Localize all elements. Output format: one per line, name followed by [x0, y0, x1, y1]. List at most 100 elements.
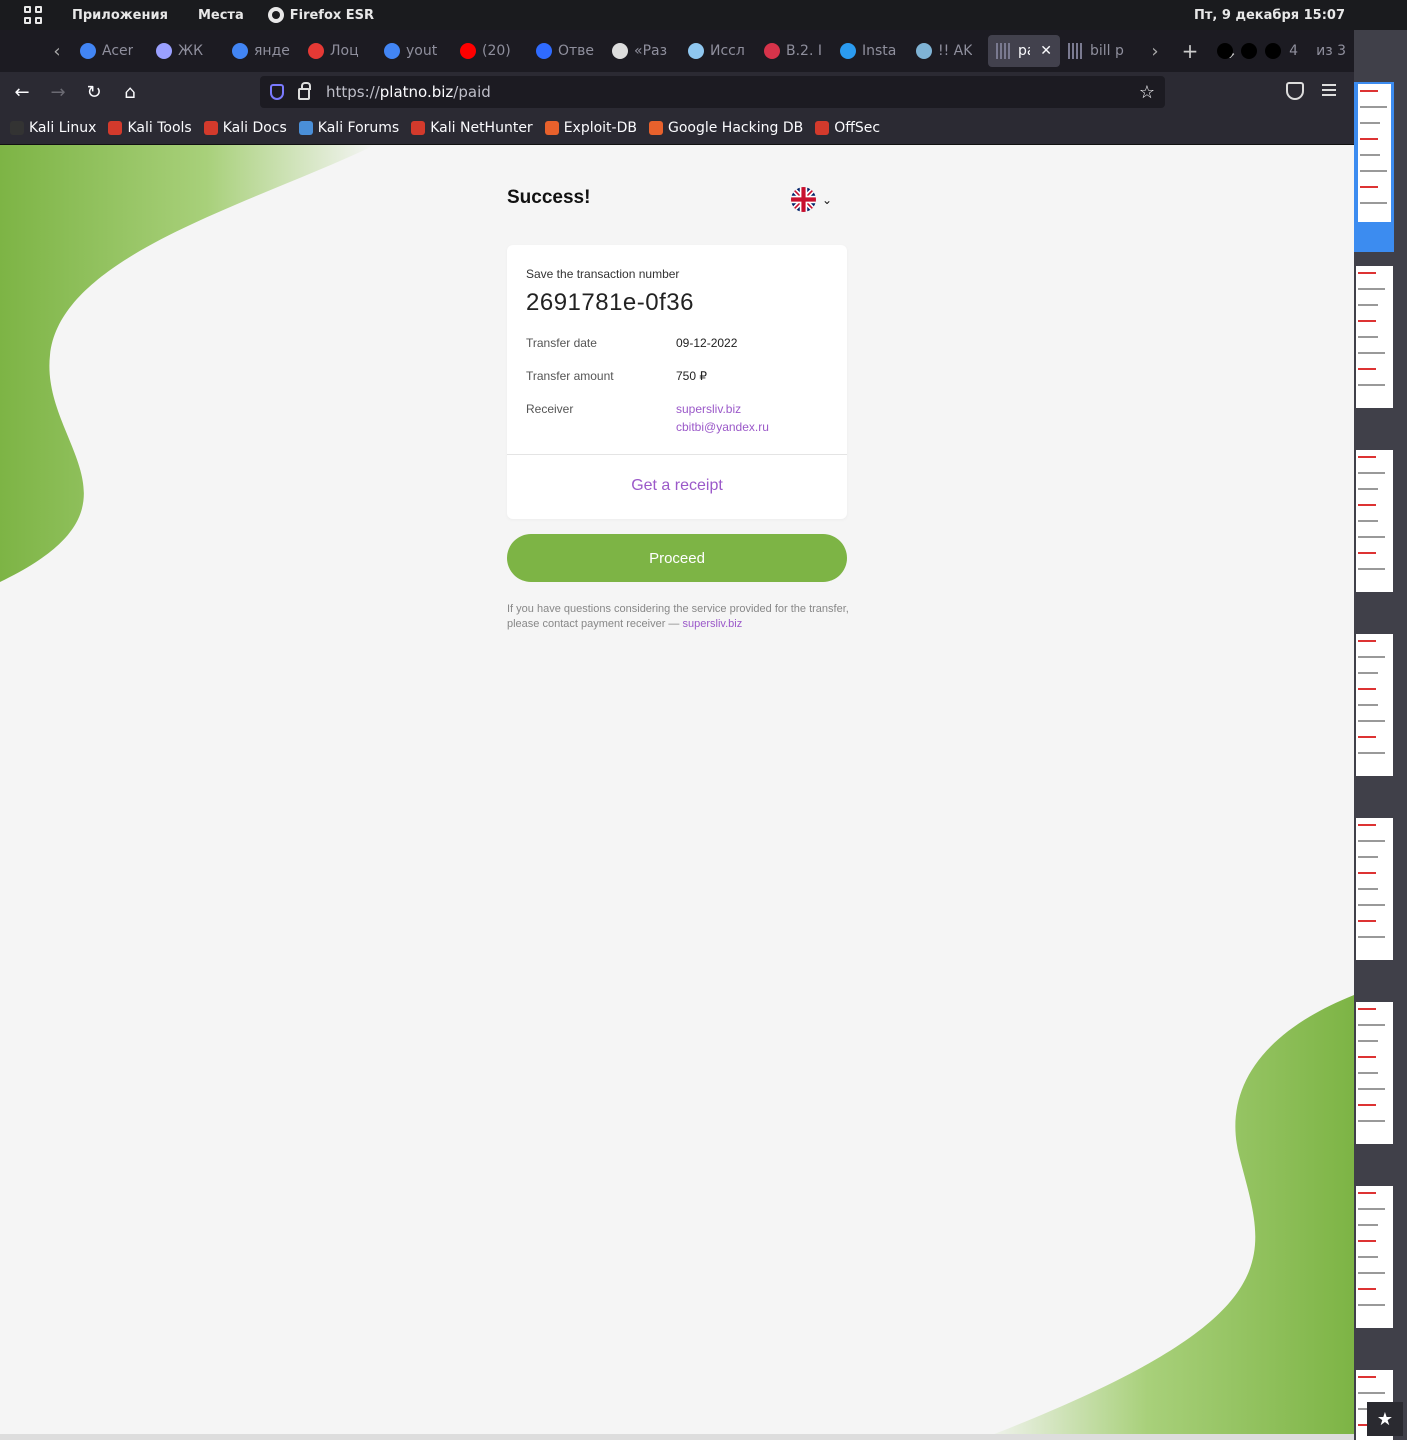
thumbnail-line	[1360, 202, 1387, 204]
tab-label: Отве	[558, 43, 595, 59]
tab-item[interactable]: !! AK	[908, 35, 984, 67]
bookmark-item[interactable]: Kali NetHunter	[411, 120, 533, 136]
contact-receiver-link[interactable]: supersliv.biz	[682, 618, 742, 630]
bookmark-item[interactable]: Kali Linux	[10, 120, 96, 136]
bookmark-favicon-icon	[10, 121, 24, 135]
page-thumbnail[interactable]	[1356, 450, 1393, 592]
divider	[507, 454, 847, 455]
applications-menu[interactable]: Приложения	[72, 8, 168, 23]
thumbnail-line	[1358, 736, 1376, 738]
tab-item[interactable]: (20)	[452, 35, 528, 67]
minimize-button[interactable]	[1217, 43, 1234, 59]
bookmark-item[interactable]: Kali Forums	[298, 120, 399, 136]
menu-icon[interactable]	[1322, 84, 1336, 96]
tab-label: «Раз	[634, 43, 668, 59]
tab-label: (20)	[482, 43, 511, 59]
tab-label: Лоц	[330, 43, 359, 59]
reload-button[interactable]: ↻	[80, 78, 108, 106]
close-tab-icon[interactable]: ✕	[1040, 43, 1052, 59]
thumbnail-line	[1358, 920, 1376, 922]
thumbnail-line	[1358, 384, 1385, 386]
thumbnail-line	[1358, 1288, 1376, 1290]
tracking-protection-icon[interactable]	[270, 84, 284, 100]
tab-item[interactable]: янде	[224, 35, 300, 67]
tab-item[interactable]: yout	[376, 35, 452, 67]
tab-item[interactable]: Acer	[72, 35, 148, 67]
tab-label: !! AK	[938, 43, 973, 59]
tab-label: Insta	[862, 43, 897, 59]
page-thumbnail[interactable]	[1356, 1002, 1393, 1144]
url-bar[interactable]: https://platno.biz/paid ☆	[260, 76, 1165, 108]
page-thumbnail[interactable]	[1356, 266, 1393, 408]
favicon-icon	[612, 43, 628, 59]
proceed-button[interactable]: Proceed	[507, 534, 847, 582]
active-app-menu[interactable]: Firefox ESR	[267, 7, 374, 23]
bookmark-item[interactable]: Kali Tools	[108, 120, 192, 136]
tab-item[interactable]: ЖК	[148, 35, 224, 67]
bookmark-item[interactable]: Kali Docs	[203, 120, 287, 136]
page-content: Success! ⌄ Save the transaction number 2…	[0, 145, 1354, 1440]
thumbnail-line	[1358, 1240, 1376, 1242]
page-thumbnail[interactable]	[1356, 82, 1393, 224]
url-path: /paid	[453, 83, 491, 101]
new-tab-button[interactable]: +	[1170, 39, 1210, 63]
bookmark-star-icon[interactable]: ☆	[1139, 82, 1155, 103]
thumbnail-line	[1358, 368, 1376, 370]
thumbnail-line	[1358, 272, 1376, 274]
bookmark-favicon-icon	[411, 121, 426, 135]
thumbnail-line	[1358, 1104, 1376, 1106]
favicon-icon	[156, 43, 172, 59]
receiver-email-link[interactable]: cbitbi@yandex.ru	[676, 420, 769, 434]
thumbnail-line	[1358, 1024, 1385, 1026]
thumbnail-line	[1358, 568, 1385, 570]
bookmark-label: Kali Docs	[222, 120, 287, 136]
home-button[interactable]: ⌂	[116, 78, 144, 106]
tab-label: Acer	[102, 43, 134, 59]
tab-item[interactable]: Отве	[528, 35, 604, 67]
thumbnail-line	[1360, 90, 1378, 92]
maximize-button[interactable]	[1241, 43, 1258, 59]
favicon-icon	[232, 43, 248, 59]
tab-item[interactable]: Лоц	[300, 35, 376, 67]
bookmarks-toolbar: Kali Linux Kali Tools Kali Docs Kali Forums…	[0, 112, 1354, 145]
tab-item[interactable]: B.2. I	[756, 35, 832, 67]
bookmark-label: Kali Linux	[29, 120, 97, 136]
places-menu[interactable]: Места	[198, 8, 244, 23]
tab-next[interactable]: bill p	[1060, 35, 1136, 67]
contact-note: If you have questions considering the se…	[507, 602, 852, 632]
language-selector[interactable]: ⌄	[791, 187, 832, 212]
page-thumbnail[interactable]	[1356, 1186, 1393, 1328]
chevron-down-icon: ⌄	[822, 192, 833, 207]
thumbnail-line	[1358, 1120, 1385, 1122]
tab-item[interactable]: Insta	[832, 35, 908, 67]
star-icon[interactable]: ★	[1367, 1402, 1403, 1436]
page-thumbnail[interactable]	[1356, 818, 1393, 960]
close-window-button[interactable]	[1265, 43, 1282, 59]
receiver-site-link[interactable]: supersliv.biz	[676, 402, 741, 416]
uk-flag-icon	[791, 187, 816, 212]
thumbnail-line	[1358, 552, 1376, 554]
forward-button[interactable]: →	[44, 78, 72, 106]
bookmark-favicon-icon	[648, 121, 663, 135]
pocket-icon[interactable]	[1286, 82, 1304, 100]
page-thumbnail[interactable]	[1356, 634, 1393, 776]
bookmark-item[interactable]: Exploit-DB	[544, 120, 637, 136]
apps-grid-icon[interactable]	[24, 6, 42, 24]
thumbnail-line	[1358, 888, 1378, 890]
tab-scroll-left-button[interactable]: ‹	[42, 41, 72, 62]
lock-icon[interactable]	[298, 82, 311, 100]
transaction-number: 2691781e-0f36	[526, 289, 694, 316]
bookmark-item[interactable]: OffSec	[815, 120, 880, 136]
thumbnail-line	[1358, 1088, 1385, 1090]
back-button[interactable]: ←	[8, 78, 36, 106]
tab-scroll-right-button[interactable]: ›	[1140, 41, 1170, 62]
url-text[interactable]: https://platno.biz/paid	[326, 83, 491, 101]
tab-active[interactable]: paid ✕	[988, 35, 1060, 67]
transaction-card: Save the transaction number 2691781e-0f3…	[507, 245, 847, 519]
clock[interactable]: Пт, 9 декабря 15:07	[1194, 8, 1345, 23]
bookmark-item[interactable]: Google Hacking DB	[648, 120, 803, 136]
get-receipt-button[interactable]: Get a receipt	[507, 477, 847, 495]
tab-item[interactable]: Иссл	[680, 35, 756, 67]
tab-item[interactable]: «Раз	[604, 35, 680, 67]
bookmark-favicon-icon	[815, 121, 830, 135]
